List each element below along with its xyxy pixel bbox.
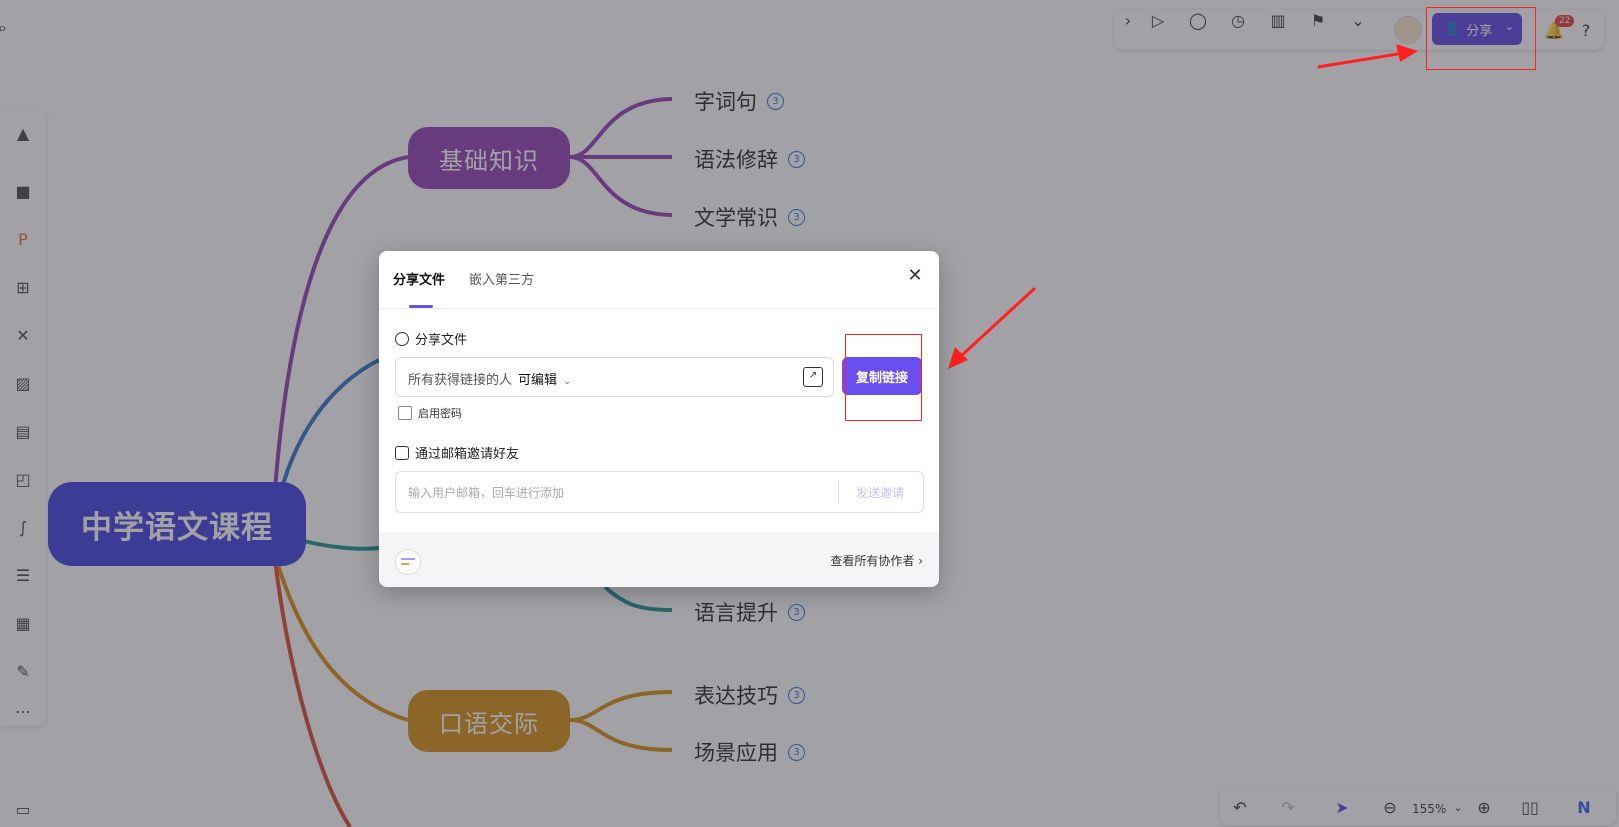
chevron-down-icon: ⌄ (563, 376, 572, 387)
app-stage: 中学语文课程 基础知识 口语交际 字词句 3 语法修辞 3 文学常识 3 语言提… (0, 0, 1619, 827)
dialog-footer: 查看所有协作者 › (379, 532, 939, 587)
chevron-right-icon: › (918, 554, 923, 568)
view-all-collaborators-label: 查看所有协作者 (830, 554, 915, 568)
email-input[interactable]: 输入用户邮箱，回车进行添加 发送邀请 (395, 471, 924, 513)
link-scope: 所有获得链接的人 (408, 373, 513, 388)
enable-password[interactable]: 启用密码 (398, 405, 462, 421)
link-permission: 可编辑 (518, 373, 558, 388)
collaborator-avatar (395, 549, 421, 575)
password-label: 启用密码 (418, 407, 462, 420)
section-share-file: 分享文件 (395, 329, 467, 348)
password-checkbox[interactable] (398, 406, 412, 420)
field-separator (838, 480, 839, 504)
link-permission-text: 所有获得链接的人 可编辑 ⌄ (408, 369, 571, 388)
dialog-divider (379, 308, 939, 309)
tab-share-file[interactable]: 分享文件 (393, 269, 445, 313)
send-invite-button[interactable]: 发送邀请 (856, 484, 904, 501)
annotation-box-share (1426, 7, 1536, 70)
section-invite-label: 通过邮箱邀请好友 (415, 447, 520, 462)
view-all-collaborators-link[interactable]: 查看所有协作者 › (830, 552, 923, 569)
tab-embed-third-party[interactable]: 嵌入第三方 (469, 269, 534, 313)
globe-icon (395, 331, 409, 346)
link-permission-select[interactable]: 所有获得链接的人 可编辑 ⌄ ↗ (395, 357, 834, 397)
annotation-box-copy-link (845, 334, 922, 421)
mail-icon (395, 445, 409, 460)
section-share-file-label: 分享文件 (415, 333, 468, 348)
close-icon[interactable]: ✕ (905, 265, 925, 286)
present-icon[interactable]: ↗ (803, 367, 823, 387)
dialog-tabs: 分享文件 嵌入第三方 (393, 269, 534, 313)
section-invite-email: 通过邮箱邀请好友 (395, 443, 519, 462)
email-placeholder: 输入用户邮箱，回车进行添加 (408, 486, 565, 500)
